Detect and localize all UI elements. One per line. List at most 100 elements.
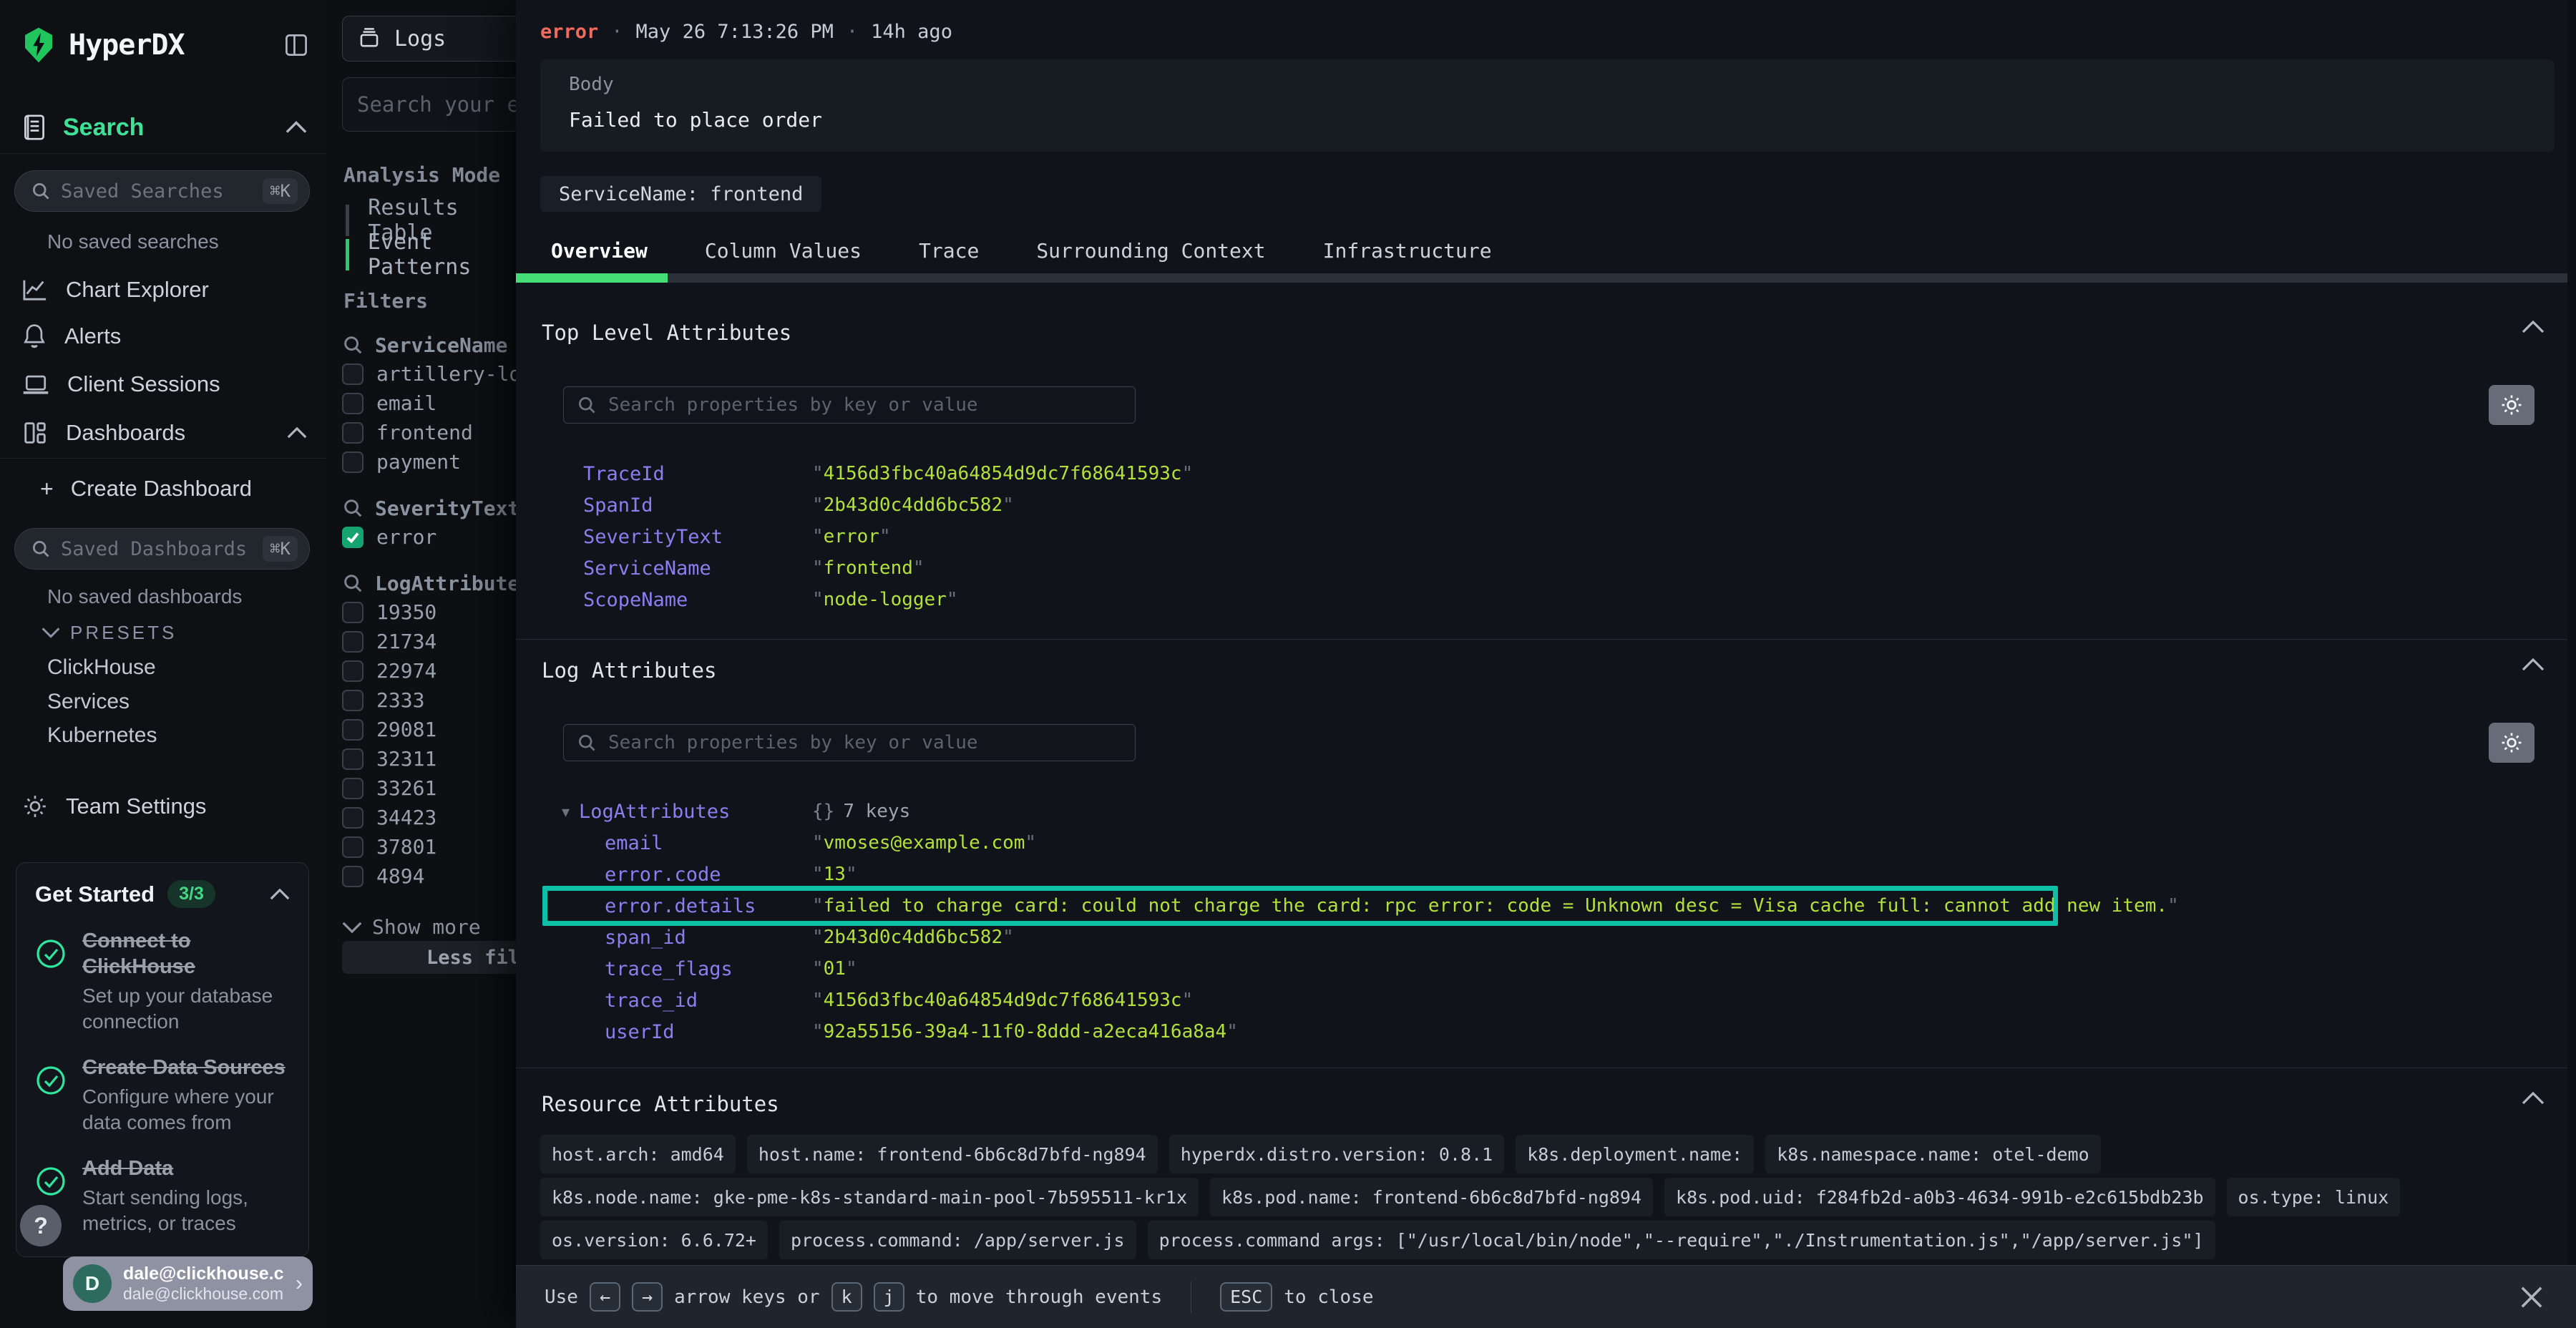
checkbox[interactable] [342, 602, 364, 623]
chevron-up-icon[interactable] [287, 427, 307, 439]
k-key[interactable]: k [831, 1282, 862, 1312]
filter-group-header[interactable]: ServiceName [342, 331, 516, 359]
resource-attribute-chip[interactable]: hyperdx.distro.version: 0.8.1 [1169, 1135, 1505, 1173]
resource-attribute-chip[interactable]: os.version: 6.6.72+ [540, 1221, 768, 1259]
checkbox[interactable] [342, 690, 364, 711]
filter-option[interactable]: error [342, 522, 516, 552]
filter-option[interactable]: 37801 [342, 832, 516, 861]
mode-event-patterns[interactable]: Event Patterns [346, 239, 516, 270]
get-started-item[interactable]: Add DataStart sending logs, metrics, or … [35, 1156, 290, 1236]
filter-option[interactable]: 2333 [342, 685, 516, 715]
resource-attribute-chip[interactable]: host.name: frontend-6b6c8d7bfd-ng894 [747, 1135, 1158, 1173]
scrollbar[interactable] [2567, 0, 2576, 1265]
checkbox[interactable] [342, 719, 364, 741]
sidebar-item-client-sessions[interactable]: Client Sessions [21, 368, 307, 401]
highlighted-attribute-row[interactable]: error.details"failed to charge card: cou… [540, 890, 2555, 922]
filter-group-header[interactable]: LogAttributes [342, 569, 516, 597]
checkbox[interactable] [342, 836, 364, 858]
sidebar-item-team-settings[interactable]: Team Settings [21, 790, 307, 823]
resource-attribute-chip[interactable]: host.arch: amd64 [540, 1135, 736, 1173]
checkbox[interactable] [342, 660, 364, 682]
checkbox[interactable] [342, 748, 364, 770]
attribute-row[interactable]: SpanId"2b43d0c4dd6bc582" [540, 489, 2555, 521]
help-button[interactable]: ? [20, 1205, 62, 1246]
chevron-up-icon[interactable] [286, 121, 307, 134]
filter-option[interactable]: 32311 [342, 744, 516, 773]
checkbox[interactable] [342, 527, 364, 548]
filter-option[interactable]: 4894 [342, 861, 516, 891]
sidebar-item-alerts[interactable]: Alerts [21, 320, 307, 353]
tab-overview[interactable]: Overview [551, 239, 648, 263]
filter-option[interactable]: 34423 [342, 803, 516, 832]
tab-infrastructure[interactable]: Infrastructure [1323, 239, 1492, 263]
show-more-toggle[interactable]: Show more [342, 912, 516, 942]
resource-attribute-chip[interactable]: k8s.pod.uid: f284fb2d-a0b3-4634-991b-e2c… [1664, 1178, 2215, 1216]
sidebar-item-search[interactable]: Search [21, 109, 307, 146]
resource-attribute-chip[interactable]: k8s.node.name: gke-pme-k8s-standard-main… [540, 1178, 1199, 1216]
event-search-input[interactable]: Search your ev [342, 77, 516, 132]
create-dashboard-button[interactable]: + Create Dashboard [40, 472, 307, 505]
filter-option[interactable]: 29081 [342, 715, 516, 744]
filter-option[interactable]: 19350 [342, 597, 516, 627]
less-filters-button[interactable]: Less fil [342, 941, 516, 974]
attribute-tree-root[interactable]: ▾LogAttributes{}7 keys [540, 796, 2555, 827]
resource-attribute-chip[interactable]: k8s.pod.name: frontend-6b6c8d7bfd-ng894 [1210, 1178, 1653, 1216]
filter-option[interactable]: 21734 [342, 627, 516, 656]
settings-button[interactable] [2489, 723, 2534, 763]
checkbox[interactable] [342, 866, 364, 887]
checkbox[interactable] [342, 422, 364, 444]
resource-attribute-chip[interactable]: os.type: linux [2227, 1178, 2401, 1216]
preset-item-clickhouse[interactable]: ClickHouse [47, 655, 156, 680]
service-name-chip[interactable]: ServiceName: frontend [540, 176, 821, 212]
source-select[interactable]: Logs [342, 16, 516, 62]
j-key[interactable]: j [874, 1282, 904, 1312]
filter-option[interactable]: artillery-loa [342, 359, 516, 389]
get-started-header[interactable]: Get Started 3/3 [35, 880, 290, 908]
user-menu[interactable]: D dale@clickhouse.com dale@clickhouse.co… [63, 1256, 313, 1311]
resource-attribute-chip[interactable]: k8s.namespace.name: otel-demo [1765, 1135, 2101, 1173]
presets-toggle[interactable]: PRESETS [42, 620, 177, 645]
arrow-right-key[interactable]: → [632, 1282, 663, 1312]
resource-attribute-chip[interactable]: k8s.deployment.name: [1516, 1135, 1754, 1173]
chevron-up-icon[interactable] [270, 889, 290, 900]
chevron-up-icon[interactable] [2522, 321, 2545, 333]
attribute-row[interactable]: SeverityText"error" [540, 521, 2555, 552]
filter-option[interactable]: frontend [342, 418, 516, 447]
checkbox[interactable] [342, 807, 364, 829]
sidebar-item-chart-explorer[interactable]: Chart Explorer [21, 273, 307, 306]
tab-surrounding-context[interactable]: Surrounding Context [1036, 239, 1265, 263]
filter-option[interactable]: 33261 [342, 773, 516, 803]
tab-column-values[interactable]: Column Values [705, 239, 862, 263]
resource-attribute-chip[interactable]: process.command args: ["/usr/local/bin/n… [1148, 1221, 2215, 1259]
attribute-row[interactable]: ServiceName"frontend" [540, 552, 2555, 584]
attribute-row[interactable]: trace_flags"01" [540, 953, 2555, 985]
esc-key[interactable]: ESC [1220, 1282, 1272, 1312]
filter-option[interactable]: 22974 [342, 656, 516, 685]
settings-button[interactable] [2489, 385, 2534, 425]
checkbox[interactable] [342, 631, 364, 653]
attribute-row[interactable]: userId"92a55156-39a4-11f0-8ddd-a2eca416a… [540, 1016, 2555, 1048]
checkbox[interactable] [342, 778, 364, 799]
tab-trace[interactable]: Trace [919, 239, 979, 263]
resource-attribute-chip[interactable]: process.command: /app/server.js [779, 1221, 1136, 1259]
saved-searches-input[interactable]: Saved Searches ⌘K [14, 170, 310, 212]
sidebar-item-dashboards[interactable]: Dashboards [21, 416, 307, 449]
filter-option[interactable]: email [342, 389, 516, 418]
preset-item-services[interactable]: Services [47, 690, 130, 714]
close-icon[interactable] [2516, 1281, 2547, 1313]
caret-down-icon[interactable]: ▾ [562, 803, 570, 821]
get-started-item[interactable]: Create Data SourcesConfigure where your … [35, 1055, 290, 1136]
top-level-search-input[interactable]: Search properties by key or value [563, 386, 1136, 424]
saved-dashboards-input[interactable]: Saved Dashboards ⌘K [14, 528, 310, 570]
sidebar-collapse-icon[interactable] [283, 33, 310, 57]
attribute-row[interactable]: email"vmoses@example.com" [540, 827, 2555, 859]
checkbox[interactable] [342, 393, 364, 414]
arrow-left-key[interactable]: ← [590, 1282, 620, 1312]
filter-option[interactable]: payment [342, 447, 516, 477]
filter-group-header[interactable]: SeverityText [342, 494, 516, 522]
attribute-row[interactable]: TraceId"4156d3fbc40a64854d9dc7f68641593c… [540, 458, 2555, 489]
attribute-row[interactable]: trace_id"4156d3fbc40a64854d9dc7f68641593… [540, 985, 2555, 1016]
checkbox[interactable] [342, 363, 364, 385]
get-started-item[interactable]: Connect to ClickHouseSet up your databas… [35, 928, 290, 1035]
attribute-row[interactable]: span_id"2b43d0c4dd6bc582" [540, 922, 2555, 953]
